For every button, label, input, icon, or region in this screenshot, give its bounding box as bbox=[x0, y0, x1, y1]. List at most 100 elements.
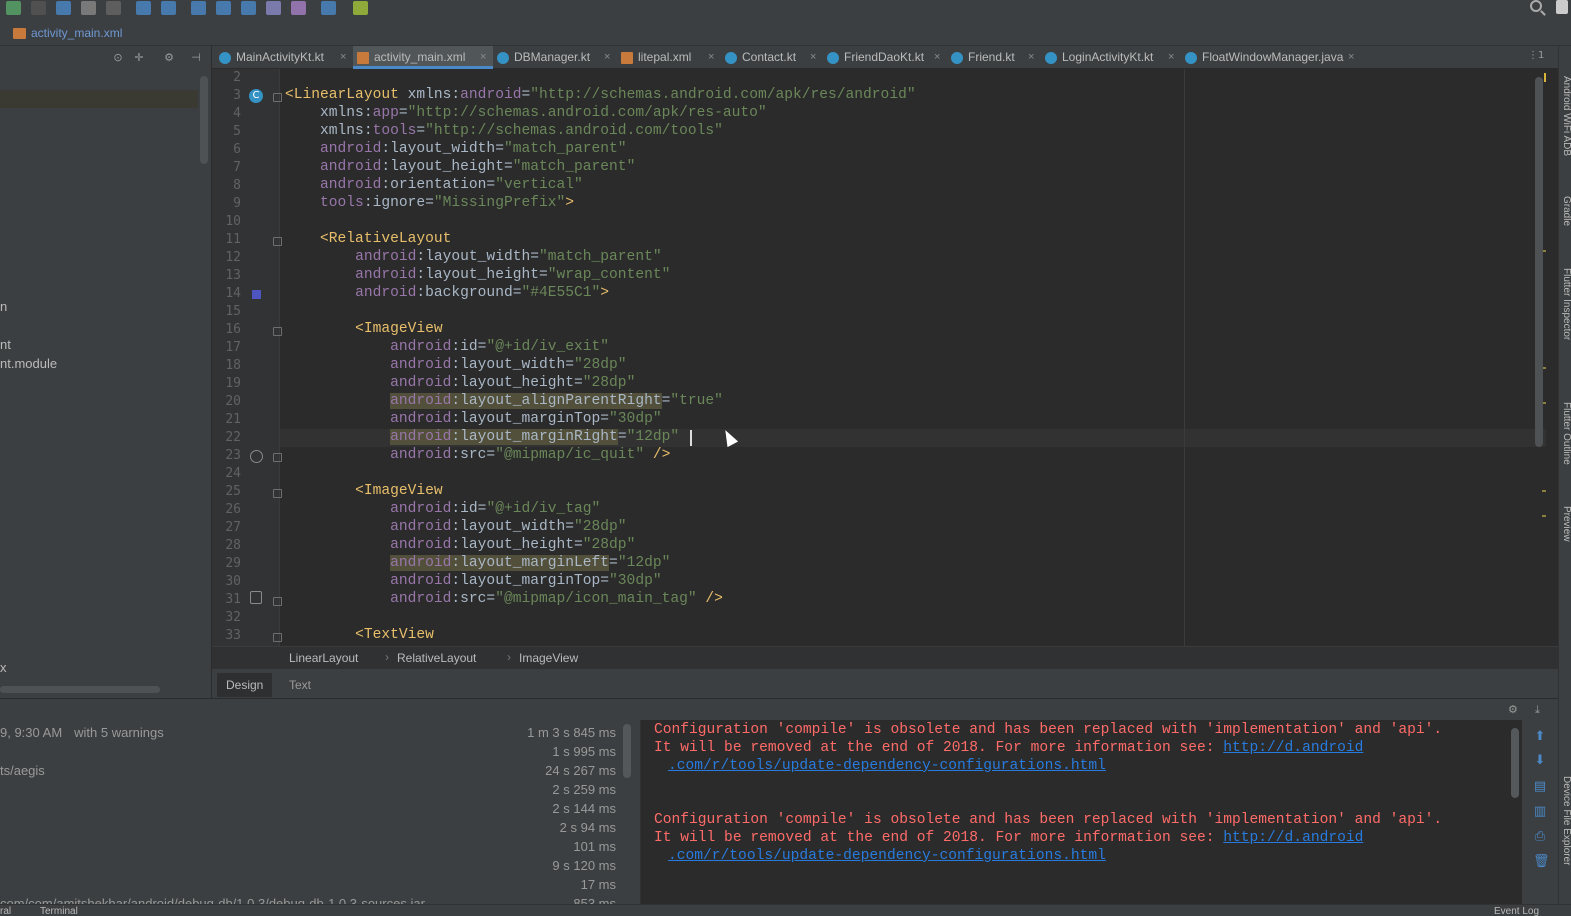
breadcrumb-item[interactable]: ImageView bbox=[519, 651, 578, 665]
close-icon[interactable]: × bbox=[340, 46, 346, 69]
print-icon[interactable]: ⎙ bbox=[1533, 830, 1547, 844]
code-line[interactable]: android:layout_width="match_parent" bbox=[285, 141, 627, 157]
code-line[interactable]: android:layout_marginTop="30dp" bbox=[285, 573, 662, 589]
tool-window-flutter-inspector[interactable]: Flutter Inspector bbox=[1559, 268, 1571, 340]
power-icon[interactable] bbox=[250, 450, 263, 463]
tool-window-gradle[interactable]: Gradle bbox=[1559, 196, 1571, 226]
device-icon[interactable] bbox=[266, 1, 281, 15]
editor-tab[interactable]: litepal.xml × bbox=[617, 46, 721, 69]
tool-window-android-wifi-adb[interactable]: Android WiFi ADB bbox=[1559, 76, 1571, 156]
search-icon[interactable] bbox=[1530, 0, 1542, 12]
target-icon[interactable]: ⊙ bbox=[112, 52, 124, 64]
gear-icon[interactable]: ⚙ bbox=[1508, 704, 1520, 716]
run-icon[interactable] bbox=[6, 1, 21, 15]
tool-window-preview[interactable]: Preview bbox=[1559, 506, 1571, 542]
editor-tab[interactable]: Contact.kt × bbox=[721, 46, 823, 69]
attach-icon[interactable] bbox=[81, 1, 96, 15]
status-left-label[interactable]: ral bbox=[0, 906, 11, 916]
documentation-link[interactable]: http://d.android bbox=[1223, 740, 1363, 756]
build-tree-row[interactable]: 9, 9:30 AM with 5 warnings 1 m 3 s 845 ms bbox=[0, 723, 620, 742]
project-tree-item[interactable]: nt.module bbox=[0, 356, 57, 371]
code-line[interactable]: android:orientation="vertical" bbox=[285, 177, 583, 193]
gear-icon[interactable]: ⚙ bbox=[163, 52, 175, 64]
editor-tab[interactable]: activity_main.xml × bbox=[353, 46, 493, 69]
close-icon[interactable]: × bbox=[708, 46, 714, 69]
event-log-button[interactable]: Event Log bbox=[1494, 906, 1539, 916]
editor-tab[interactable]: DBManager.kt × bbox=[493, 46, 617, 69]
close-icon[interactable]: × bbox=[810, 46, 816, 69]
code-line[interactable]: <RelativeLayout bbox=[285, 231, 451, 247]
pencil-icon[interactable] bbox=[250, 591, 262, 604]
editor-tab[interactable]: FriendDaoKt.kt × bbox=[823, 46, 947, 69]
collapse-icon[interactable]: ✛ bbox=[133, 52, 145, 64]
breadcrumb-item[interactable]: LinearLayout bbox=[289, 651, 358, 665]
project-tree-selection[interactable] bbox=[0, 90, 198, 108]
code-line[interactable]: android:src="@mipmap/icon_main_tag" /> bbox=[285, 591, 723, 607]
terminal-button[interactable]: Terminal bbox=[40, 906, 78, 916]
build-tree-row[interactable]: 2 s 144 ms bbox=[0, 799, 620, 818]
build-tree-row[interactable]: 2 s 94 ms bbox=[0, 818, 620, 837]
soft-wrap-icon[interactable]: ▤ bbox=[1533, 780, 1547, 794]
user-icon[interactable] bbox=[1556, 0, 1568, 14]
tabs-menu-button[interactable]: ⋮1 bbox=[1528, 50, 1544, 61]
code-line[interactable]: android:layout_marginLeft="12dp" bbox=[285, 555, 670, 571]
code-line[interactable]: android:layout_width="match_parent" bbox=[285, 249, 662, 265]
profile-icon[interactable] bbox=[56, 1, 71, 15]
window-icon[interactable] bbox=[321, 1, 336, 15]
editor-tab[interactable]: FloatWindowManager.java × bbox=[1181, 46, 1361, 69]
close-icon[interactable]: × bbox=[1028, 46, 1034, 69]
build-tree-row[interactable]: 9 s 120 ms bbox=[0, 856, 620, 875]
code-line[interactable]: <ImageView bbox=[285, 483, 443, 499]
code-line[interactable]: android:layout_height="match_parent" bbox=[285, 159, 635, 175]
code-line[interactable]: android:layout_width="28dp" bbox=[285, 519, 626, 535]
code-line[interactable]: android:layout_alignParentRight="true" bbox=[285, 393, 723, 409]
editor-tab[interactable]: MainActivityKt.kt × bbox=[215, 46, 353, 69]
code-line[interactable]: android:layout_height="28dp" bbox=[285, 375, 635, 391]
editor-tab[interactable]: LoginActivityKt.kt × bbox=[1041, 46, 1181, 69]
code-line[interactable]: android:src="@mipmap/ic_quit" /> bbox=[285, 447, 670, 463]
scrollbar-thumb[interactable] bbox=[1535, 77, 1543, 447]
android-icon[interactable] bbox=[353, 1, 368, 15]
fold-marker-icon[interactable] bbox=[273, 453, 282, 462]
arrow-down-icon[interactable]: ⬇ bbox=[1533, 754, 1547, 768]
documentation-link[interactable]: .com/r/tools/update-dependency-configura… bbox=[668, 848, 1106, 864]
tab-text[interactable]: Text bbox=[280, 673, 320, 697]
build-tree-scrollbar[interactable] bbox=[623, 724, 631, 778]
build-tree-row[interactable]: com/com/amitshekhar/android/debug-db/1.0… bbox=[0, 894, 620, 904]
documentation-link[interactable]: http://d.android bbox=[1223, 830, 1363, 846]
avd-icon[interactable] bbox=[161, 1, 176, 15]
fold-marker-icon[interactable] bbox=[273, 597, 282, 606]
documentation-link[interactable]: .com/r/tools/update-dependency-configura… bbox=[668, 758, 1106, 774]
apk-icon[interactable] bbox=[241, 1, 256, 15]
code-line[interactable]: android:layout_width="28dp" bbox=[285, 357, 626, 373]
code-line[interactable]: <TextView bbox=[285, 627, 434, 643]
arrow-up-icon[interactable]: ⬆ bbox=[1533, 730, 1547, 744]
project-tree-item[interactable]: x bbox=[0, 660, 7, 675]
code-line[interactable]: <ImageView bbox=[285, 321, 443, 337]
hide-panel-icon[interactable]: ⊣ bbox=[190, 52, 202, 64]
fold-marker-icon[interactable] bbox=[273, 327, 282, 336]
code-line[interactable]: android:background="#4E55C1"> bbox=[285, 285, 609, 301]
warning-indicator-icon[interactable] bbox=[1544, 73, 1546, 82]
code-line[interactable]: android:layout_marginRight="12dp" bbox=[285, 429, 679, 445]
close-icon[interactable]: × bbox=[1168, 46, 1174, 69]
layout-inspector-icon[interactable] bbox=[216, 1, 231, 15]
build-output-scrollbar[interactable] bbox=[1511, 728, 1519, 798]
color-swatch-icon[interactable] bbox=[252, 290, 261, 299]
fold-marker-icon[interactable] bbox=[273, 93, 282, 102]
trash-icon[interactable]: 🗑 bbox=[1533, 855, 1550, 869]
tool-window-device-file-explorer[interactable]: Device File Explorer bbox=[1559, 776, 1571, 865]
project-horizontal-scrollbar[interactable] bbox=[0, 686, 160, 693]
fold-marker-icon[interactable] bbox=[273, 489, 282, 498]
project-vertical-scrollbar[interactable] bbox=[200, 76, 208, 164]
build-tree-row[interactable]: 2 s 259 ms bbox=[0, 780, 620, 799]
scroll-to-end-icon[interactable]: ▥ bbox=[1533, 805, 1547, 819]
close-icon[interactable]: × bbox=[934, 46, 940, 69]
stop-icon[interactable] bbox=[106, 1, 121, 15]
project-tree-item[interactable]: n bbox=[0, 299, 7, 314]
close-icon[interactable]: × bbox=[480, 46, 486, 69]
class-icon[interactable]: C bbox=[249, 89, 263, 103]
close-icon[interactable]: × bbox=[1348, 46, 1354, 69]
code-line[interactable]: xmlns:app="http://schemas.android.com/ap… bbox=[285, 105, 767, 121]
build-tree-row[interactable]: 1 s 995 ms bbox=[0, 742, 620, 761]
